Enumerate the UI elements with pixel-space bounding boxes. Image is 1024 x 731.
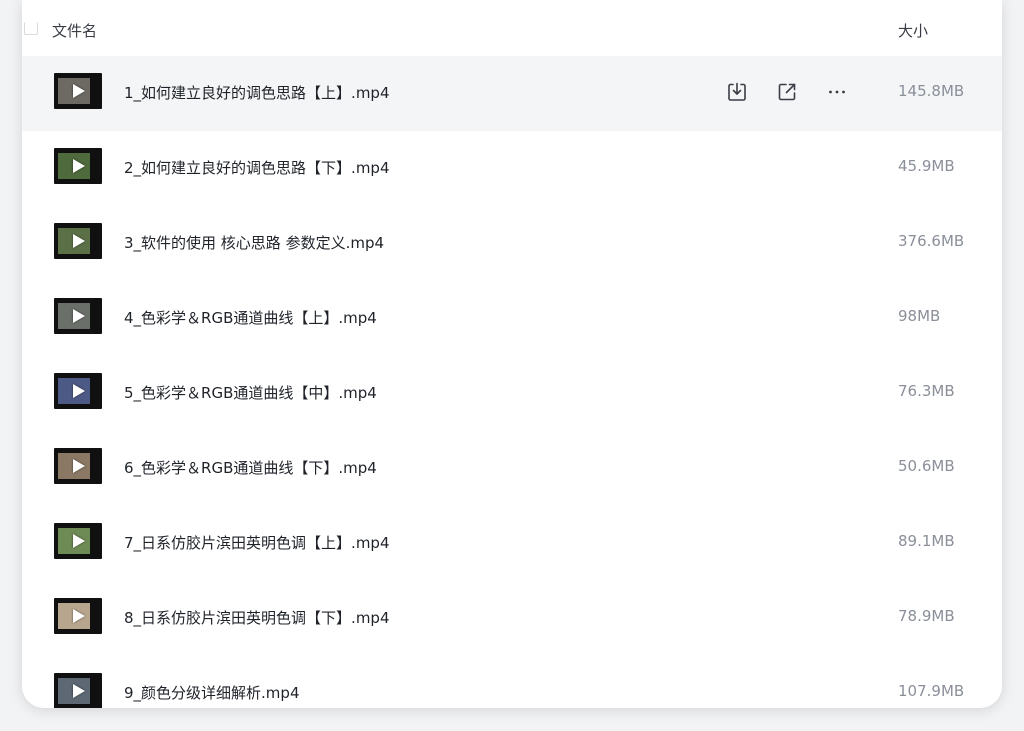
file-name[interactable]: 7_日系仿胶片滨田英明色调【上】.mp4 — [124, 532, 390, 553]
play-icon — [73, 684, 85, 698]
more-horizontal-icon[interactable] — [825, 80, 849, 104]
file-list-window: 文件名 大小 1_如何建立良好的调色思路【上】.mp4 145.8MB 2_如何建立… — [22, 0, 1002, 708]
column-header-size[interactable]: 大小 — [898, 20, 928, 41]
download-icon[interactable] — [725, 80, 749, 104]
select-all-checkbox[interactable] — [24, 22, 38, 35]
file-size: 76.3MB — [898, 382, 955, 400]
file-name[interactable]: 2_如何建立良好的调色思路【下】.mp4 — [124, 157, 390, 178]
video-thumbnail[interactable] — [54, 373, 102, 409]
file-name[interactable]: 4_色彩学＆RGB通道曲线【上】.mp4 — [124, 307, 377, 328]
list-header: 文件名 大小 — [22, 0, 1002, 56]
file-size: 98MB — [898, 307, 941, 325]
video-thumbnail[interactable] — [54, 523, 102, 559]
file-row[interactable]: 7_日系仿胶片滨田英明色调【上】.mp4 89.1MB — [22, 506, 1002, 581]
video-thumbnail[interactable] — [54, 673, 102, 708]
video-thumbnail[interactable] — [54, 73, 102, 109]
file-name[interactable]: 5_色彩学＆RGB通道曲线【中】.mp4 — [124, 382, 377, 403]
file-row[interactable]: 6_色彩学＆RGB通道曲线【下】.mp4 50.6MB — [22, 431, 1002, 506]
play-icon — [73, 609, 85, 623]
file-row[interactable]: 5_色彩学＆RGB通道曲线【中】.mp4 76.3MB — [22, 356, 1002, 431]
file-size: 107.9MB — [898, 682, 965, 700]
file-name[interactable]: 8_日系仿胶片滨田英明色调【下】.mp4 — [124, 607, 390, 628]
file-name[interactable]: 1_如何建立良好的调色思路【上】.mp4 — [124, 82, 390, 103]
play-icon — [73, 459, 85, 473]
file-size: 89.1MB — [898, 532, 955, 550]
play-icon — [73, 159, 85, 173]
video-thumbnail[interactable] — [54, 598, 102, 634]
play-icon — [73, 309, 85, 323]
file-row[interactable]: 4_色彩学＆RGB通道曲线【上】.mp4 98MB — [22, 281, 1002, 356]
file-name[interactable]: 9_颜色分级详细解析.mp4 — [124, 682, 300, 703]
file-row[interactable]: 2_如何建立良好的调色思路【下】.mp4 45.9MB — [22, 131, 1002, 206]
file-size: 376.6MB — [898, 232, 965, 250]
file-row[interactable]: 1_如何建立良好的调色思路【上】.mp4 145.8MB — [22, 56, 1002, 131]
file-list: 1_如何建立良好的调色思路【上】.mp4 145.8MB 2_如何建立良好的调色思路… — [22, 56, 1002, 708]
file-row[interactable]: 8_日系仿胶片滨田英明色调【下】.mp4 78.9MB — [22, 581, 1002, 656]
share-external-icon[interactable] — [775, 80, 799, 104]
video-thumbnail[interactable] — [54, 298, 102, 334]
video-thumbnail[interactable] — [54, 148, 102, 184]
play-icon — [73, 234, 85, 248]
video-thumbnail[interactable] — [54, 223, 102, 259]
file-row[interactable]: 9_颜色分级详细解析.mp4 107.9MB — [22, 656, 1002, 708]
video-thumbnail[interactable] — [54, 448, 102, 484]
file-size: 45.9MB — [898, 157, 955, 175]
play-icon — [73, 534, 85, 548]
file-size: 50.6MB — [898, 457, 955, 475]
file-size: 78.9MB — [898, 607, 955, 625]
file-name[interactable]: 6_色彩学＆RGB通道曲线【下】.mp4 — [124, 457, 377, 478]
file-name[interactable]: 3_软件的使用 核心思路 参数定义.mp4 — [124, 232, 384, 253]
file-size: 145.8MB — [898, 82, 965, 100]
file-row[interactable]: 3_软件的使用 核心思路 参数定义.mp4 376.6MB — [22, 206, 1002, 281]
play-icon — [73, 84, 85, 98]
play-icon — [73, 384, 85, 398]
column-header-name[interactable]: 文件名 — [52, 20, 97, 41]
